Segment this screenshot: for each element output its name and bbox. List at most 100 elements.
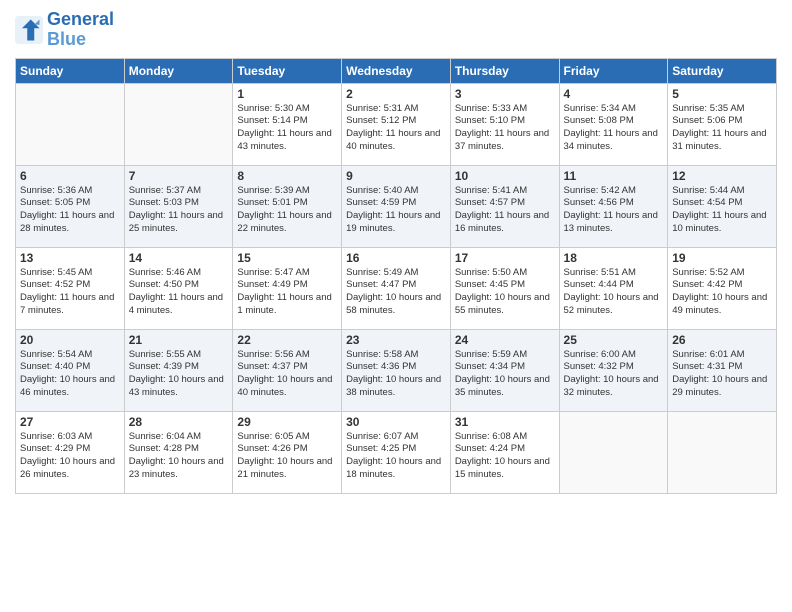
- calendar-cell: 22 Sunrise: 5:56 AM Sunset: 4:37 PM Dayli…: [233, 329, 342, 411]
- calendar: SundayMondayTuesdayWednesdayThursdayFrid…: [15, 58, 777, 494]
- day-info: Sunrise: 5:50 AM Sunset: 4:45 PM Dayligh…: [455, 267, 555, 318]
- day-info: Sunrise: 5:56 AM Sunset: 4:37 PM Dayligh…: [237, 349, 337, 400]
- calendar-cell: 1 Sunrise: 5:30 AM Sunset: 5:14 PM Daylig…: [233, 83, 342, 165]
- calendar-cell: 7Sunrise: 5:37 AM Sunset: 5:03 PM Daylig…: [124, 165, 233, 247]
- calendar-week-3: 13 Sunrise: 5:45 AM Sunset: 4:52 PM Dayli…: [16, 247, 777, 329]
- day-number: 11: [564, 169, 664, 183]
- day-info: Sunrise: 5:34 AM Sunset: 5:08 PM Dayligh…: [564, 103, 664, 154]
- calendar-cell: 28 Sunrise: 6:04 AM Sunset: 4:28 PM Dayli…: [124, 411, 233, 493]
- calendar-header-row: SundayMondayTuesdayWednesdayThursdayFrid…: [16, 58, 777, 83]
- day-info: Sunrise: 5:30 AM Sunset: 5:14 PM Dayligh…: [237, 103, 337, 154]
- calendar-cell: 25Sunrise: 6:00 AM Sunset: 4:32 PM Dayli…: [559, 329, 668, 411]
- day-number: 9: [346, 169, 446, 183]
- day-info: Sunrise: 5:58 AM Sunset: 4:36 PM Dayligh…: [346, 349, 446, 400]
- day-info: Sunrise: 5:51 AM Sunset: 4:44 PM Dayligh…: [564, 267, 664, 318]
- logo-line2: Blue: [47, 30, 114, 50]
- calendar-cell: 15 Sunrise: 5:47 AM Sunset: 4:49 PM Dayli…: [233, 247, 342, 329]
- calendar-cell: 16Sunrise: 5:49 AM Sunset: 4:47 PM Dayli…: [342, 247, 451, 329]
- day-number: 17: [455, 251, 555, 265]
- day-number: 6: [20, 169, 120, 183]
- calendar-cell: [559, 411, 668, 493]
- day-number: 14: [129, 251, 229, 265]
- day-header-thursday: Thursday: [450, 58, 559, 83]
- logo: General Blue: [15, 10, 114, 50]
- calendar-cell: 14 Sunrise: 5:46 AM Sunset: 4:50 PM Dayli…: [124, 247, 233, 329]
- calendar-cell: 11 Sunrise: 5:42 AM Sunset: 4:56 PM Dayli…: [559, 165, 668, 247]
- day-number: 31: [455, 415, 555, 429]
- day-info: Sunrise: 5:40 AM Sunset: 4:59 PM Dayligh…: [346, 185, 446, 236]
- calendar-cell: [16, 83, 125, 165]
- calendar-cell: 17 Sunrise: 5:50 AM Sunset: 4:45 PM Dayli…: [450, 247, 559, 329]
- calendar-cell: 9 Sunrise: 5:40 AM Sunset: 4:59 PM Daylig…: [342, 165, 451, 247]
- day-info: Sunrise: 5:42 AM Sunset: 4:56 PM Dayligh…: [564, 185, 664, 236]
- calendar-cell: [124, 83, 233, 165]
- day-number: 27: [20, 415, 120, 429]
- day-number: 21: [129, 333, 229, 347]
- day-info: Sunrise: 5:49 AM Sunset: 4:47 PM Dayligh…: [346, 267, 446, 318]
- day-number: 22: [237, 333, 337, 347]
- calendar-cell: 6 Sunrise: 5:36 AM Sunset: 5:05 PM Daylig…: [16, 165, 125, 247]
- day-number: 13: [20, 251, 120, 265]
- day-info: Sunrise: 5:45 AM Sunset: 4:52 PM Dayligh…: [20, 267, 120, 318]
- day-header-wednesday: Wednesday: [342, 58, 451, 83]
- calendar-cell: 31 Sunrise: 6:08 AM Sunset: 4:24 PM Dayli…: [450, 411, 559, 493]
- day-number: 3: [455, 87, 555, 101]
- page: General Blue SundayMondayTuesdayWednesda…: [0, 0, 792, 612]
- calendar-cell: 18 Sunrise: 5:51 AM Sunset: 4:44 PM Dayli…: [559, 247, 668, 329]
- day-info: Sunrise: 6:07 AM Sunset: 4:25 PM Dayligh…: [346, 431, 446, 482]
- day-info: Sunrise: 5:52 AM Sunset: 4:42 PM Dayligh…: [672, 267, 772, 318]
- day-number: 25: [564, 333, 664, 347]
- day-info: Sunrise: 5:47 AM Sunset: 4:49 PM Dayligh…: [237, 267, 337, 318]
- calendar-cell: 8Sunrise: 5:39 AM Sunset: 5:01 PM Daylig…: [233, 165, 342, 247]
- logo-line1: General: [47, 10, 114, 30]
- day-info: Sunrise: 5:35 AM Sunset: 5:06 PM Dayligh…: [672, 103, 772, 154]
- calendar-cell: 5 Sunrise: 5:35 AM Sunset: 5:06 PM Daylig…: [668, 83, 777, 165]
- day-info: Sunrise: 6:01 AM Sunset: 4:31 PM Dayligh…: [672, 349, 772, 400]
- day-header-monday: Monday: [124, 58, 233, 83]
- day-number: 18: [564, 251, 664, 265]
- day-info: Sunrise: 5:31 AM Sunset: 5:12 PM Dayligh…: [346, 103, 446, 154]
- calendar-cell: 19 Sunrise: 5:52 AM Sunset: 4:42 PM Dayli…: [668, 247, 777, 329]
- day-number: 1: [237, 87, 337, 101]
- day-number: 28: [129, 415, 229, 429]
- day-info: Sunrise: 5:44 AM Sunset: 4:54 PM Dayligh…: [672, 185, 772, 236]
- day-info: Sunrise: 5:55 AM Sunset: 4:39 PM Dayligh…: [129, 349, 229, 400]
- day-header-tuesday: Tuesday: [233, 58, 342, 83]
- day-number: 4: [564, 87, 664, 101]
- calendar-cell: 23 Sunrise: 5:58 AM Sunset: 4:36 PM Dayli…: [342, 329, 451, 411]
- day-header-saturday: Saturday: [668, 58, 777, 83]
- calendar-cell: [668, 411, 777, 493]
- calendar-week-5: 27 Sunrise: 6:03 AM Sunset: 4:29 PM Dayli…: [16, 411, 777, 493]
- day-info: Sunrise: 6:08 AM Sunset: 4:24 PM Dayligh…: [455, 431, 555, 482]
- day-number: 15: [237, 251, 337, 265]
- day-info: Sunrise: 5:41 AM Sunset: 4:57 PM Dayligh…: [455, 185, 555, 236]
- day-number: 30: [346, 415, 446, 429]
- calendar-week-1: 1 Sunrise: 5:30 AM Sunset: 5:14 PM Daylig…: [16, 83, 777, 165]
- calendar-cell: 27 Sunrise: 6:03 AM Sunset: 4:29 PM Dayli…: [16, 411, 125, 493]
- calendar-cell: 30 Sunrise: 6:07 AM Sunset: 4:25 PM Dayli…: [342, 411, 451, 493]
- day-number: 2: [346, 87, 446, 101]
- day-number: 24: [455, 333, 555, 347]
- day-number: 19: [672, 251, 772, 265]
- day-info: Sunrise: 5:37 AM Sunset: 5:03 PM Dayligh…: [129, 185, 229, 236]
- calendar-cell: 26 Sunrise: 6:01 AM Sunset: 4:31 PM Dayli…: [668, 329, 777, 411]
- day-number: 26: [672, 333, 772, 347]
- calendar-cell: 29Sunrise: 6:05 AM Sunset: 4:26 PM Dayli…: [233, 411, 342, 493]
- day-number: 23: [346, 333, 446, 347]
- header: General Blue: [15, 10, 777, 50]
- calendar-cell: 2 Sunrise: 5:31 AM Sunset: 5:12 PM Daylig…: [342, 83, 451, 165]
- day-info: Sunrise: 6:05 AM Sunset: 4:26 PM Dayligh…: [237, 431, 337, 482]
- day-number: 10: [455, 169, 555, 183]
- day-number: 20: [20, 333, 120, 347]
- day-info: Sunrise: 5:39 AM Sunset: 5:01 PM Dayligh…: [237, 185, 337, 236]
- calendar-cell: 21 Sunrise: 5:55 AM Sunset: 4:39 PM Dayli…: [124, 329, 233, 411]
- calendar-cell: 12 Sunrise: 5:44 AM Sunset: 4:54 PM Dayli…: [668, 165, 777, 247]
- day-info: Sunrise: 5:36 AM Sunset: 5:05 PM Dayligh…: [20, 185, 120, 236]
- day-info: Sunrise: 5:46 AM Sunset: 4:50 PM Dayligh…: [129, 267, 229, 318]
- day-number: 5: [672, 87, 772, 101]
- day-info: Sunrise: 6:04 AM Sunset: 4:28 PM Dayligh…: [129, 431, 229, 482]
- day-info: Sunrise: 6:03 AM Sunset: 4:29 PM Dayligh…: [20, 431, 120, 482]
- calendar-week-4: 20 Sunrise: 5:54 AM Sunset: 4:40 PM Dayli…: [16, 329, 777, 411]
- day-info: Sunrise: 5:54 AM Sunset: 4:40 PM Dayligh…: [20, 349, 120, 400]
- day-number: 12: [672, 169, 772, 183]
